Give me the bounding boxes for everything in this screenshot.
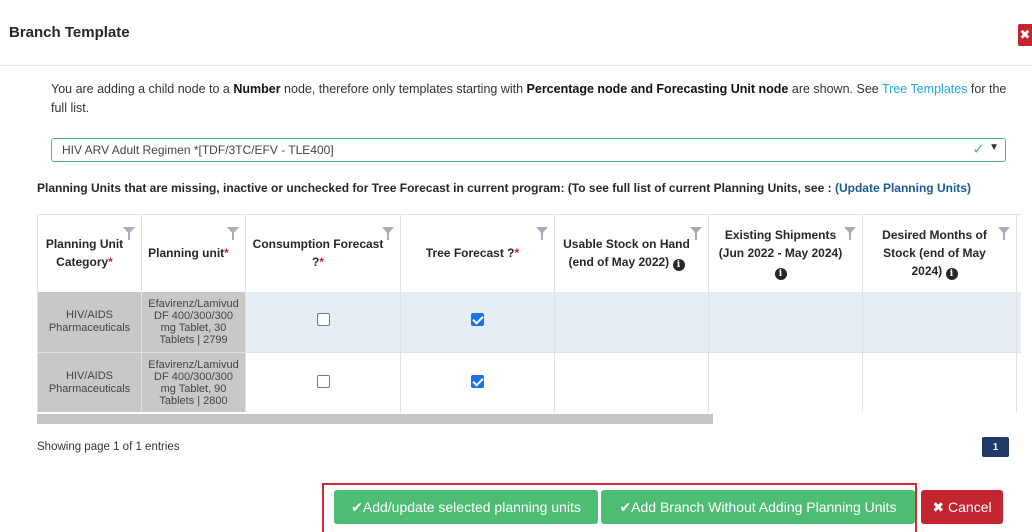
cell-text: Pharmaceuticals: [48, 383, 131, 395]
info-text: You are adding a child node to a Number …: [51, 80, 1011, 118]
extra-cell: [1016, 291, 1021, 353]
column-header-extra: [1016, 214, 1021, 292]
cell-text: Tablets | 2800: [159, 395, 228, 407]
tree-forecast-checkbox[interactable]: [471, 313, 484, 327]
cell-text: HIV/AIDS: [65, 308, 114, 321]
category-cell: HIV/AIDS Pharmaceuticals: [37, 291, 142, 353]
cell-text: Tablets | 2799: [159, 333, 228, 346]
extra-cell: [1016, 352, 1021, 412]
add-update-planning-units-button[interactable]: ✔Add/update selected planning units: [334, 490, 598, 524]
update-planning-units-link[interactable]: (Update Planning Units): [835, 181, 971, 195]
tree-forecast-cell: [400, 352, 555, 412]
cell-text: HIV/AIDS: [65, 370, 114, 382]
required-marker: *: [224, 246, 229, 261]
info-text-part: You are adding a child node to a: [51, 82, 234, 96]
usable-stock-cell[interactable]: [554, 352, 709, 412]
column-header-consumption-forecast[interactable]: Consumption Forecast ?*: [245, 214, 401, 292]
missing-units-text: Planning Units that are missing, inactiv…: [37, 181, 835, 195]
planning-units-table: Planning Unit Category* Planning unit* C…: [37, 214, 1021, 412]
cell-text: mg Tablet, 30: [160, 321, 227, 334]
horizontal-scrollbar[interactable]: [37, 414, 713, 424]
existing-shipments-cell[interactable]: [708, 291, 863, 353]
page-1-button[interactable]: 1: [982, 437, 1009, 457]
cell-text: Efavirenz/Lamivud: [148, 359, 239, 371]
tree-forecast-checkbox[interactable]: [471, 374, 484, 388]
filter-icon[interactable]: [690, 227, 702, 240]
modal-title: Branch Template: [9, 24, 130, 41]
info-icon[interactable]: i: [945, 268, 958, 281]
existing-shipments-cell[interactable]: [708, 352, 863, 412]
filter-icon[interactable]: [844, 227, 856, 240]
usable-stock-cell[interactable]: [554, 291, 709, 353]
pagination-info: Showing page 1 of 1 entries: [37, 441, 180, 453]
tree-templates-link[interactable]: Tree Templates: [882, 82, 967, 96]
filter-icon[interactable]: [123, 227, 135, 240]
add-branch-without-planning-units-button[interactable]: ✔Add Branch Without Adding Planning Unit…: [601, 490, 915, 524]
cell-text: Efavirenz/Lamivud: [148, 297, 239, 310]
cancel-button[interactable]: ✖ Cancel: [921, 490, 1003, 524]
category-cell: HIV/AIDS Pharmaceuticals: [37, 352, 142, 412]
valid-check-icon: ✓: [972, 141, 985, 158]
missing-units-heading: Planning Units that are missing, inactiv…: [37, 181, 971, 195]
close-icon[interactable]: ✖: [1018, 24, 1032, 46]
column-header-existing-shipments[interactable]: Existing Shipments (Jun 2022 - May 2024)…: [708, 214, 863, 292]
consumption-forecast-cell: [245, 352, 401, 412]
column-label: Desired Months of Stock (end of May 2024…: [882, 228, 987, 279]
consumption-forecast-cell: [245, 291, 401, 353]
required-marker: *: [108, 255, 113, 270]
cell-text: mg Tablet, 90: [160, 383, 227, 395]
table-row[interactable]: HIV/AIDS Pharmaceuticals Efavirenz/Lamivu…: [37, 291, 1021, 353]
column-label: Usable Stock on Hand (end of May 2022): [563, 237, 690, 270]
table-header-row: Planning Unit Category* Planning unit* C…: [37, 214, 1021, 292]
column-header-usable-stock[interactable]: Usable Stock on Hand (end of May 2022) i: [554, 214, 709, 292]
column-header-desired-months[interactable]: Desired Months of Stock (end of May 2024…: [862, 214, 1017, 292]
column-header-category[interactable]: Planning Unit Category*: [37, 214, 142, 292]
cell-text: DF 400/300/300: [154, 371, 233, 383]
info-text-part: are shown. See: [788, 82, 882, 96]
desired-months-cell[interactable]: [862, 352, 1017, 412]
filter-icon[interactable]: [998, 227, 1010, 240]
table-row[interactable]: HIV/AIDS Pharmaceuticals Efavirenz/Lamivu…: [37, 352, 1021, 412]
allowed-types-label: Percentage node and Forecasting Unit nod…: [526, 82, 789, 96]
template-select-value: HIV ARV Adult Regimen *[TDF/3TC/EFV - TL…: [62, 143, 334, 157]
desired-months-cell[interactable]: [862, 291, 1017, 353]
column-label: Existing Shipments (Jun 2022 - May 2024): [718, 228, 843, 261]
branch-template-modal: Branch Template ✖ You are adding a child…: [0, 0, 1032, 532]
cell-text: DF 400/300/300: [154, 309, 233, 322]
required-marker: *: [514, 246, 520, 261]
node-type-label: Number: [233, 82, 281, 96]
tree-forecast-cell: [400, 291, 555, 353]
consumption-forecast-checkbox[interactable]: [316, 313, 330, 327]
filter-icon[interactable]: [227, 227, 239, 240]
column-label: Tree Forecast ?: [425, 246, 515, 261]
planning-unit-cell: Efavirenz/Lamivud DF 400/300/300 mg Tablet…: [141, 291, 246, 353]
column-header-tree-forecast[interactable]: Tree Forecast ?*: [400, 214, 555, 292]
cell-text: Pharmaceuticals: [48, 321, 131, 334]
info-text-part: node, therefore only templates starting …: [280, 82, 527, 96]
info-icon[interactable]: i: [774, 268, 787, 281]
column-label: Planning unit: [148, 246, 225, 261]
consumption-forecast-checkbox[interactable]: [316, 374, 330, 388]
modal-header: Branch Template ✖: [0, 0, 1032, 66]
planning-unit-cell: Efavirenz/Lamivud DF 400/300/300 mg Tablet…: [141, 352, 246, 412]
column-label: Consumption Forecast ?: [252, 237, 384, 270]
required-marker: *: [319, 255, 324, 270]
chevron-down-icon: ▼: [989, 142, 999, 153]
column-header-planning-unit[interactable]: Planning unit*: [141, 214, 246, 292]
filter-icon[interactable]: [536, 227, 548, 240]
info-icon[interactable]: i: [672, 259, 685, 272]
template-select[interactable]: HIV ARV Adult Regimen *[TDF/3TC/EFV - TL…: [51, 138, 1006, 162]
filter-icon[interactable]: [382, 227, 394, 240]
